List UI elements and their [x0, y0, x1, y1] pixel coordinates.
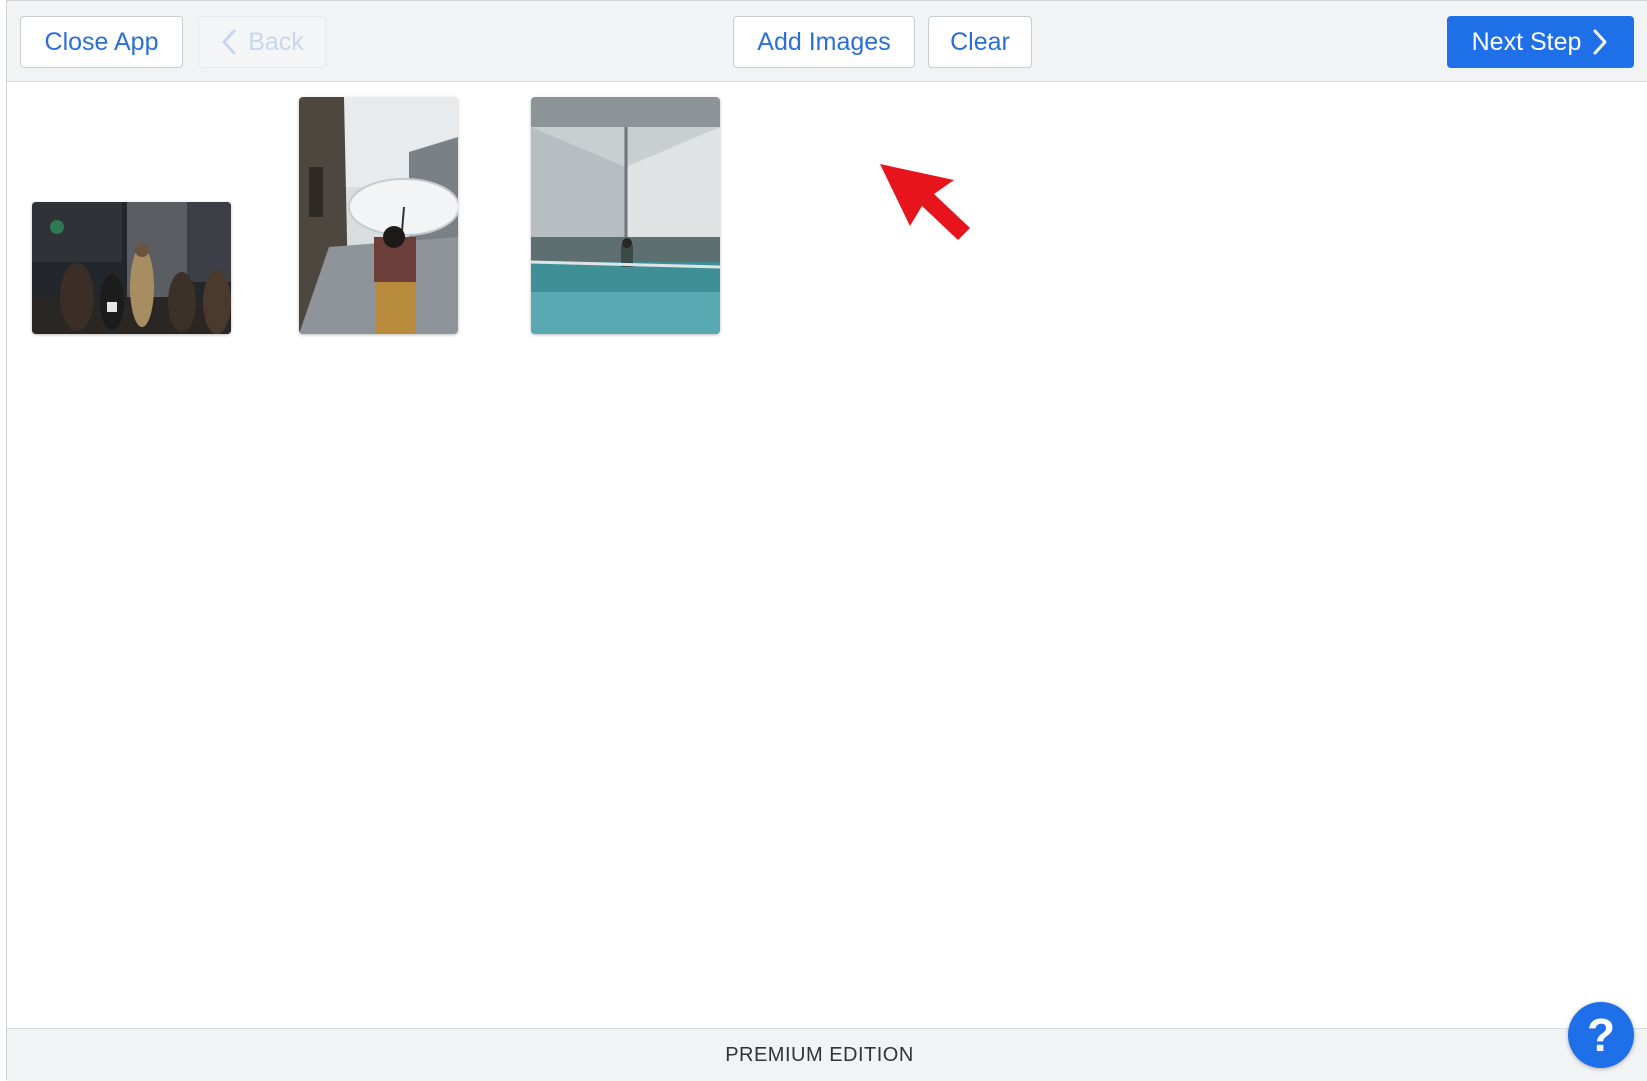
next-step-label: Next Step	[1471, 27, 1582, 56]
add-images-button[interactable]: Add Images	[733, 16, 915, 68]
back-label: Back	[248, 27, 304, 56]
help-button[interactable]: ?	[1568, 1002, 1634, 1068]
clear-button[interactable]: Clear	[928, 16, 1032, 68]
footer-bar: PREMIUM EDITION	[7, 1028, 1647, 1081]
image-gallery	[7, 82, 1647, 1028]
photo-thumbnail-icon	[32, 202, 231, 334]
annotation-arrow-icon	[880, 164, 970, 240]
toolbar: Close App Back Add Images Clear Next Ste…	[7, 1, 1647, 82]
back-button[interactable]: Back	[198, 16, 326, 68]
chevron-left-icon	[222, 29, 236, 55]
photo-thumbnail-icon	[299, 97, 458, 334]
image-thumbnail-2[interactable]	[299, 97, 458, 334]
close-app-label: Close App	[44, 27, 159, 56]
help-icon: ?	[1586, 1009, 1616, 1061]
photo-thumbnail-icon	[531, 97, 720, 334]
next-step-button[interactable]: Next Step	[1447, 16, 1634, 68]
app-window: Close App Back Add Images Clear Next Ste…	[6, 0, 1647, 1081]
edition-label: PREMIUM EDITION	[725, 1043, 914, 1066]
image-thumbnail-1[interactable]	[32, 202, 231, 334]
image-thumbnail-3[interactable]	[531, 97, 720, 334]
clear-label: Clear	[950, 27, 1010, 56]
chevron-right-icon	[1593, 29, 1607, 55]
add-images-label: Add Images	[757, 27, 891, 56]
close-app-button[interactable]: Close App	[20, 16, 183, 68]
